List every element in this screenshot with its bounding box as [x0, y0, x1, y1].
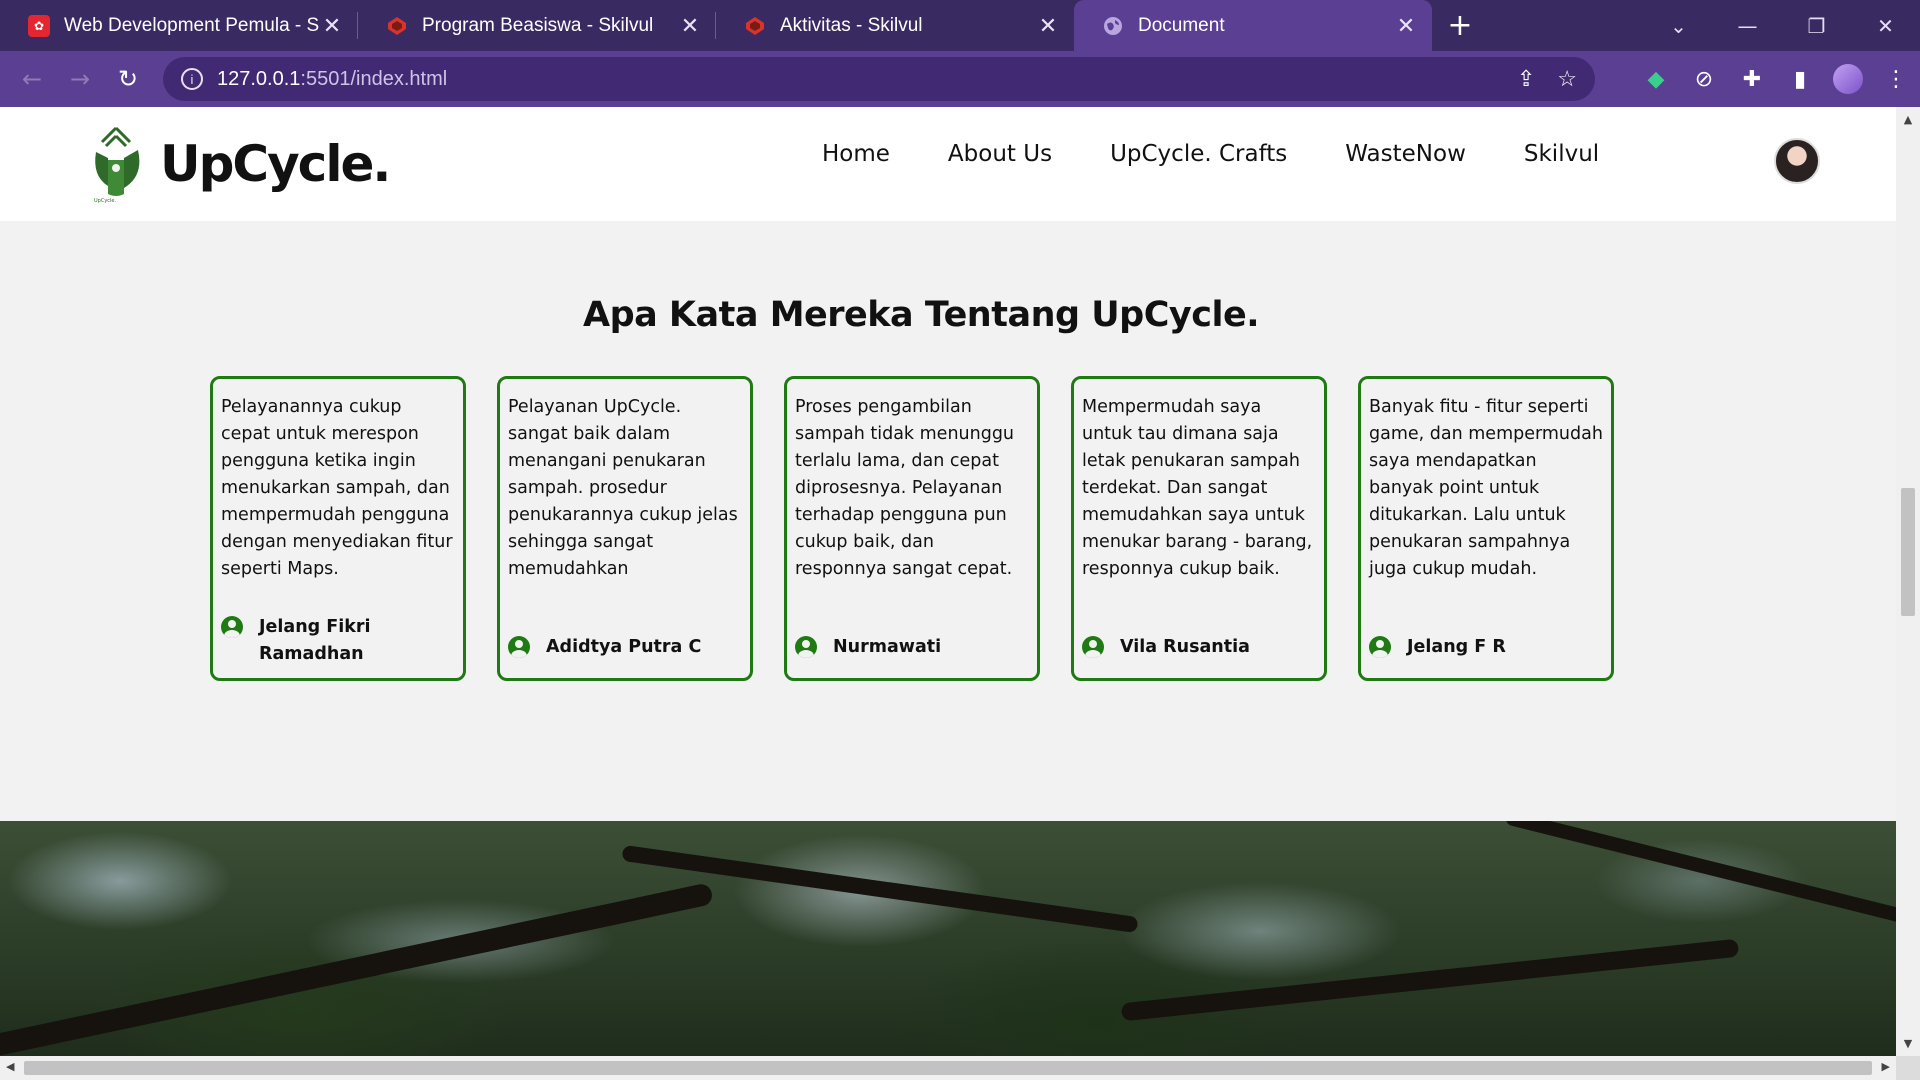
share-icon[interactable]: ⇪: [1517, 66, 1535, 92]
scroll-up-arrow-icon[interactable]: ▲: [1896, 113, 1920, 126]
testimonial-author: Nurmawati: [795, 634, 1031, 661]
tab-title: Web Development Pemula - Spe: [64, 14, 320, 36]
close-tab-icon[interactable]: ✕: [678, 13, 702, 39]
user-avatar[interactable]: [1774, 138, 1820, 184]
forward-button[interactable]: →: [56, 55, 104, 103]
testimonial-author: Vila Rusantia: [1082, 634, 1318, 661]
browser-tab[interactable]: Aktivitas - Skilvul ✕: [716, 0, 1074, 51]
user-circle-icon: [1082, 636, 1104, 658]
nav-skilvul[interactable]: Skilvul: [1524, 141, 1599, 167]
close-tab-icon[interactable]: ✕: [1394, 13, 1418, 39]
window-controls: ⌄ — ❐ ✕: [1644, 0, 1920, 51]
main-nav: Home About Us UpCycle. Crafts WasteNow S…: [822, 141, 1657, 167]
skilvul-icon: [744, 15, 766, 37]
nav-about-us[interactable]: About Us: [948, 141, 1052, 167]
browser-tab-active[interactable]: Document ✕: [1074, 0, 1432, 51]
scroll-left-arrow-icon[interactable]: ◀: [6, 1060, 14, 1073]
brand-name: UpCycle.: [160, 135, 391, 193]
close-tab-icon[interactable]: ✕: [320, 13, 344, 39]
profile-avatar-icon[interactable]: [1833, 64, 1863, 94]
author-name: Jelang F R: [1407, 637, 1506, 657]
svg-text:UpCycle.: UpCycle.: [94, 198, 116, 204]
testimonial-author: Jelang Fikri Ramadhan: [221, 614, 457, 668]
horizontal-scrollbar[interactable]: ◀ ▶: [0, 1056, 1896, 1080]
scroll-down-arrow-icon[interactable]: ▼: [1896, 1037, 1920, 1050]
horizontal-scroll-thumb[interactable]: [24, 1061, 1872, 1075]
extension-compass-icon[interactable]: ⊘: [1680, 55, 1728, 103]
scroll-right-arrow-icon[interactable]: ▶: [1882, 1060, 1890, 1073]
author-name: Vila Rusantia: [1120, 637, 1250, 657]
testimonial-card: Pelayanan UpCycle. sangat baik dalam men…: [497, 376, 753, 681]
testimonial-author: Jelang F R: [1369, 634, 1605, 661]
globe-icon: [1102, 15, 1124, 37]
testimonial-text: Proses pengambilan sampah tidak menunggu…: [795, 397, 1015, 579]
testimonial-text: Banyak fitu - fitur seperti game, dan me…: [1369, 397, 1603, 579]
nav-upcycle-crafts[interactable]: UpCycle. Crafts: [1110, 141, 1287, 167]
nav-home[interactable]: Home: [822, 141, 890, 167]
testimonial-list: Pelayanannya cukup cepat untuk merespon …: [210, 376, 1614, 681]
tab-title: Aktivitas - Skilvul: [780, 14, 923, 36]
user-circle-icon: [508, 636, 530, 658]
bookmark-star-icon[interactable]: ☆: [1557, 66, 1577, 92]
nav-wastenow[interactable]: WasteNow: [1345, 141, 1466, 167]
tree-branch: [1120, 938, 1740, 1022]
new-tab-button[interactable]: +: [1432, 0, 1488, 51]
testimonial-card: Proses pengambilan sampah tidak menunggu…: [784, 376, 1040, 681]
minimize-button[interactable]: —: [1713, 0, 1782, 51]
browser-tab[interactable]: ✿ Web Development Pemula - Spe ✕: [0, 0, 358, 51]
site-info-icon[interactable]: i: [181, 68, 203, 90]
side-panel-icon[interactable]: ▮: [1776, 55, 1824, 103]
vertical-scroll-thumb[interactable]: [1901, 488, 1915, 616]
url-path: :5501/index.html: [300, 67, 448, 90]
reload-button[interactable]: ↻: [104, 55, 152, 103]
scrollbar-corner: [1896, 1056, 1920, 1080]
testimonial-author: Adidtya Putra C: [508, 634, 744, 661]
testimonial-text: Pelayanan UpCycle. sangat baik dalam men…: [508, 397, 738, 579]
forest-background-image: [0, 821, 1896, 1056]
tree-branch: [1504, 821, 1896, 926]
tab-title: Program Beasiswa - Skilvul: [422, 14, 654, 36]
url-host: 127.0.0.1: [217, 67, 301, 90]
vertical-scrollbar[interactable]: ▲ ▼: [1896, 107, 1920, 1056]
skilvul-icon: [386, 15, 408, 37]
dicoding-icon: ✿: [28, 14, 50, 37]
browser-toolbar: ← → ↻ i 127.0.0.1:5501/index.html ⇪ ☆ ◆ …: [0, 51, 1920, 107]
extension-eye-icon[interactable]: ◆: [1632, 55, 1680, 103]
address-bar[interactable]: i 127.0.0.1:5501/index.html ⇪ ☆: [163, 57, 1595, 101]
browser-tab-strip: ✿ Web Development Pemula - Spe ✕ Program…: [0, 0, 1920, 51]
close-tab-icon[interactable]: ✕: [1036, 13, 1060, 39]
testimonial-card: Mempermudah saya untuk tau dimana saja l…: [1071, 376, 1327, 681]
site-header: UpCycle. UpCycle. Home About Us UpCycle.…: [0, 107, 1896, 221]
browser-tab[interactable]: Program Beasiswa - Skilvul ✕: [358, 0, 716, 51]
tree-branch: [0, 882, 714, 1056]
testimonials-title: Apa Kata Mereka Tentang UpCycle.: [582, 295, 1260, 335]
puzzle-icon[interactable]: ✚: [1728, 55, 1776, 103]
restore-button[interactable]: ❐: [1782, 0, 1851, 51]
close-window-button[interactable]: ✕: [1851, 0, 1920, 51]
user-circle-icon: [221, 616, 243, 638]
user-circle-icon: [1369, 636, 1391, 658]
upcycle-logo-icon: UpCycle.: [94, 126, 140, 204]
author-name: Jelang Fikri Ramadhan: [259, 617, 371, 664]
page-viewport: UpCycle. UpCycle. Home About Us UpCycle.…: [0, 107, 1896, 1056]
testimonial-text: Pelayanannya cukup cepat untuk merespon …: [221, 397, 453, 579]
author-name: Adidtya Putra C: [546, 637, 702, 657]
menu-kebab-icon[interactable]: ⋮: [1872, 55, 1920, 103]
testimonial-card: Pelayanannya cukup cepat untuk merespon …: [210, 376, 466, 681]
tab-title: Document: [1138, 14, 1225, 36]
testimonial-card: Banyak fitu - fitur seperti game, dan me…: [1358, 376, 1614, 681]
back-button[interactable]: ←: [8, 55, 56, 103]
author-name: Nurmawati: [833, 637, 942, 657]
extensions-area: ◆ ⊘ ✚ ▮ ⋮: [1632, 51, 1920, 107]
user-circle-icon: [795, 636, 817, 658]
site-logo[interactable]: UpCycle. UpCycle.: [90, 124, 391, 204]
testimonial-text: Mempermudah saya untuk tau dimana saja l…: [1082, 397, 1313, 579]
tab-search-icon[interactable]: ⌄: [1644, 0, 1713, 51]
